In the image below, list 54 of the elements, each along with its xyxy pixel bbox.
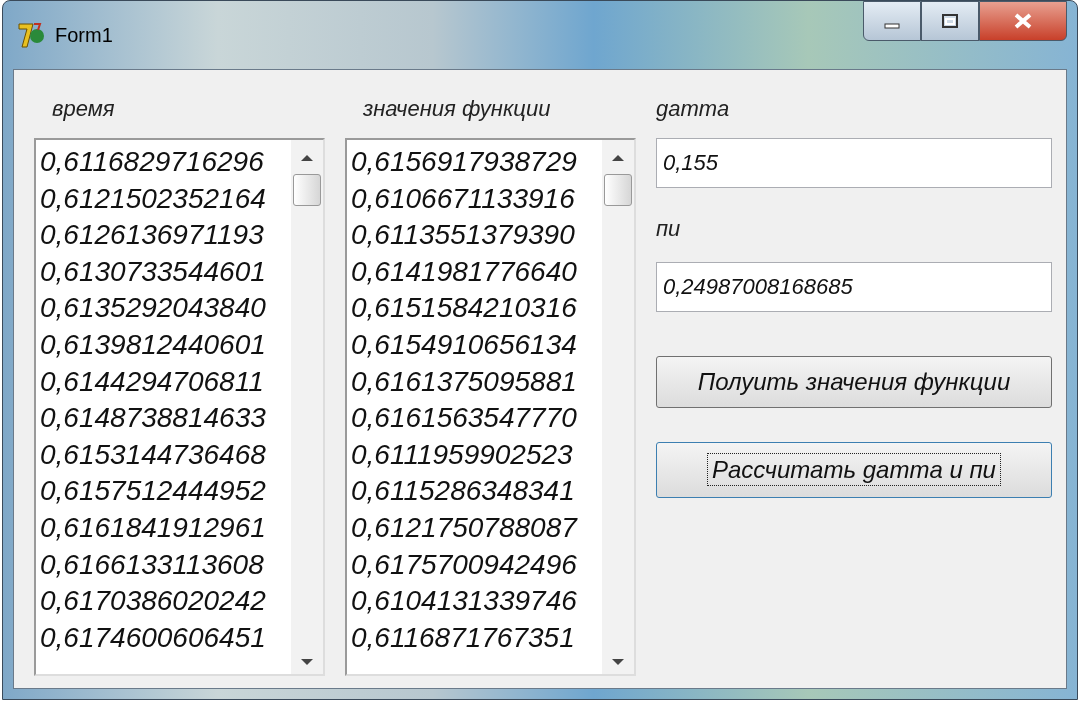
minimize-icon xyxy=(884,23,900,29)
maximize-button[interactable] xyxy=(921,1,979,41)
list-item[interactable]: 0,6161375095881 xyxy=(351,363,602,401)
list-label: время xyxy=(51,95,116,123)
scroll-up-icon[interactable] xyxy=(300,154,314,162)
list-item[interactable]: 0,6115286348341 xyxy=(351,473,602,510)
list-item[interactable]: 0,6141981776640 xyxy=(351,253,602,291)
scroll-up-icon[interactable] xyxy=(611,154,625,162)
action-button[interactable]: Рассчитать gamma и пи xyxy=(656,442,1052,498)
list-item[interactable]: 0,6104131339746 xyxy=(351,583,602,620)
list-item[interactable]: 0,6161563547770 xyxy=(351,400,602,437)
scrollbar[interactable] xyxy=(602,140,634,674)
field-label: gamma xyxy=(656,95,731,123)
maximize-icon xyxy=(940,13,960,29)
list-item[interactable]: 0,6157512444952 xyxy=(40,473,291,510)
list-item[interactable]: 0,6113551379390 xyxy=(351,217,602,254)
scroll-down-icon[interactable] xyxy=(611,658,625,666)
minimize-button[interactable] xyxy=(863,1,921,41)
action-button[interactable]: Полуить значения функции xyxy=(656,356,1052,408)
list-item[interactable]: 0,6130733544601 xyxy=(40,253,291,291)
list-item[interactable]: 0,6161841912961 xyxy=(40,509,291,547)
close-icon xyxy=(1012,12,1034,30)
list-item[interactable]: 0,6175700942496 xyxy=(351,546,602,584)
scroll-thumb[interactable] xyxy=(604,174,632,206)
list-item[interactable]: 0,6151584210316 xyxy=(351,290,602,327)
window-title: Form1 xyxy=(55,23,113,47)
list-label: значения функции xyxy=(362,95,552,123)
list-item[interactable]: 0,6116829716296 xyxy=(40,144,291,181)
scroll-thumb[interactable] xyxy=(293,174,321,206)
input-field[interactable]: 0,155 xyxy=(656,138,1052,188)
list-box[interactable] xyxy=(34,138,325,676)
list-item[interactable]: 0,6116871767351 xyxy=(351,619,602,657)
list-item[interactable]: 0,6111959902523 xyxy=(351,436,602,474)
list-item[interactable]: 0,6135292043840 xyxy=(40,290,291,327)
list-item[interactable]: 0,6139812440601 xyxy=(40,326,291,364)
list-box[interactable] xyxy=(345,138,636,676)
list-item[interactable]: 0,6174600606451 xyxy=(40,619,291,657)
list-item[interactable]: 0,6156917938729 xyxy=(351,144,602,181)
list-item[interactable]: 0,6121502352164 xyxy=(40,180,291,218)
field-label: пи xyxy=(656,215,682,243)
list-item[interactable]: 0,6153144736468 xyxy=(40,436,291,474)
list-item[interactable]: 0,6170386020242 xyxy=(40,583,291,620)
list-item[interactable]: 0,6166133113608 xyxy=(40,546,291,584)
input-field[interactable]: 0,24987008168685 xyxy=(656,262,1052,312)
list-item[interactable]: 0,6154910656134 xyxy=(351,326,602,364)
app-icon xyxy=(17,21,47,49)
scrollbar[interactable] xyxy=(291,140,323,674)
close-button[interactable] xyxy=(979,1,1067,41)
scroll-down-icon[interactable] xyxy=(300,658,314,666)
list-item[interactable]: 0,6148738814633 xyxy=(40,400,291,437)
list-item[interactable]: 0,6121750788087 xyxy=(351,509,602,547)
list-item[interactable]: 0,6106671133916 xyxy=(351,180,602,218)
list-item[interactable]: 0,6126136971193 xyxy=(40,217,291,254)
list-item[interactable]: 0,6144294706811 xyxy=(40,363,291,401)
